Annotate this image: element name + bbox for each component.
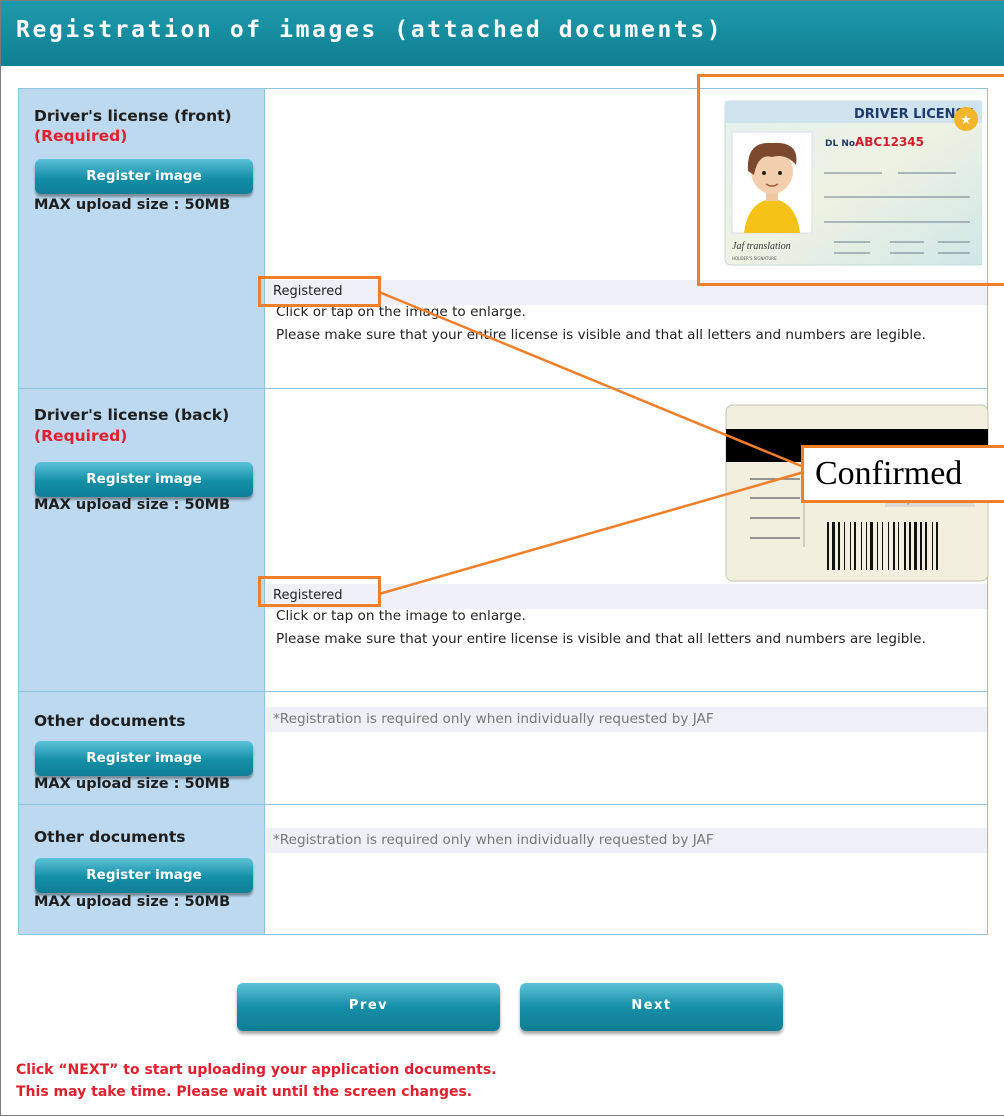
- doc-title: Driver's license (front): [34, 107, 232, 125]
- hint-bar: *Registration is required only when indi…: [266, 707, 987, 732]
- content-cell: *Registration is required only when indi…: [266, 805, 987, 934]
- required-badge: (Required): [34, 427, 128, 445]
- page-title: Registration of images (attached documen…: [16, 17, 724, 43]
- note-legible: Please make sure that your entire licens…: [276, 327, 926, 343]
- upload-notice: Click “NEXT” to start uploading your app…: [16, 1059, 497, 1103]
- note-enlarge: Click or tap on the image to enlarge.: [276, 608, 526, 624]
- note-legible: Please make sure that your entire licens…: [276, 631, 926, 647]
- label-cell: Driver's license (back) (Required) Regis…: [19, 389, 265, 691]
- max-upload-size: MAX upload size : 50MB: [34, 894, 231, 910]
- max-upload-size: MAX upload size : 50MB: [34, 197, 231, 213]
- label-cell: Other documents Register image MAX uploa…: [19, 805, 265, 934]
- hint-text: *Registration is required only when indi…: [273, 832, 714, 848]
- upload-notice-line1: Click “NEXT” to start uploading your app…: [16, 1062, 497, 1078]
- annotation-box-registered-back: [258, 576, 381, 607]
- content-cell: *Registration is required only when indi…: [266, 692, 987, 804]
- label-cell: Other documents Register image MAX uploa…: [19, 692, 265, 804]
- required-badge: (Required): [34, 127, 128, 145]
- confirmed-callout: Confirmed: [801, 445, 1004, 503]
- register-image-button[interactable]: Register image: [35, 858, 253, 893]
- doc-title: Other documents: [34, 712, 186, 730]
- register-image-button[interactable]: Register image: [35, 741, 253, 776]
- max-upload-size: MAX upload size : 50MB: [34, 497, 231, 513]
- doc-title: Driver's license (back): [34, 406, 230, 424]
- hint-bar: *Registration is required only when indi…: [266, 828, 987, 853]
- annotation-box-front-image: [697, 74, 1004, 286]
- row-other-documents: Other documents Register image MAX uploa…: [19, 805, 987, 934]
- page-header: Registration of images (attached documen…: [1, 1, 1004, 66]
- register-image-button[interactable]: Register image: [35, 462, 253, 497]
- prev-button[interactable]: Prev: [237, 983, 500, 1031]
- next-button[interactable]: Next: [520, 983, 783, 1031]
- row-other-documents: Other documents Register image MAX uploa…: [19, 692, 987, 805]
- note-enlarge: Click or tap on the image to enlarge.: [276, 304, 526, 320]
- upload-notice-line2: This may take time. Please wait until th…: [16, 1084, 473, 1100]
- annotation-box-registered-front: [258, 276, 381, 307]
- max-upload-size: MAX upload size : 50MB: [34, 776, 231, 792]
- doc-title: Other documents: [34, 828, 186, 846]
- label-cell: Driver's license (front) (Required) Regi…: [19, 89, 265, 388]
- hint-text: *Registration is required only when indi…: [273, 711, 714, 727]
- register-image-button[interactable]: Register image: [35, 159, 253, 194]
